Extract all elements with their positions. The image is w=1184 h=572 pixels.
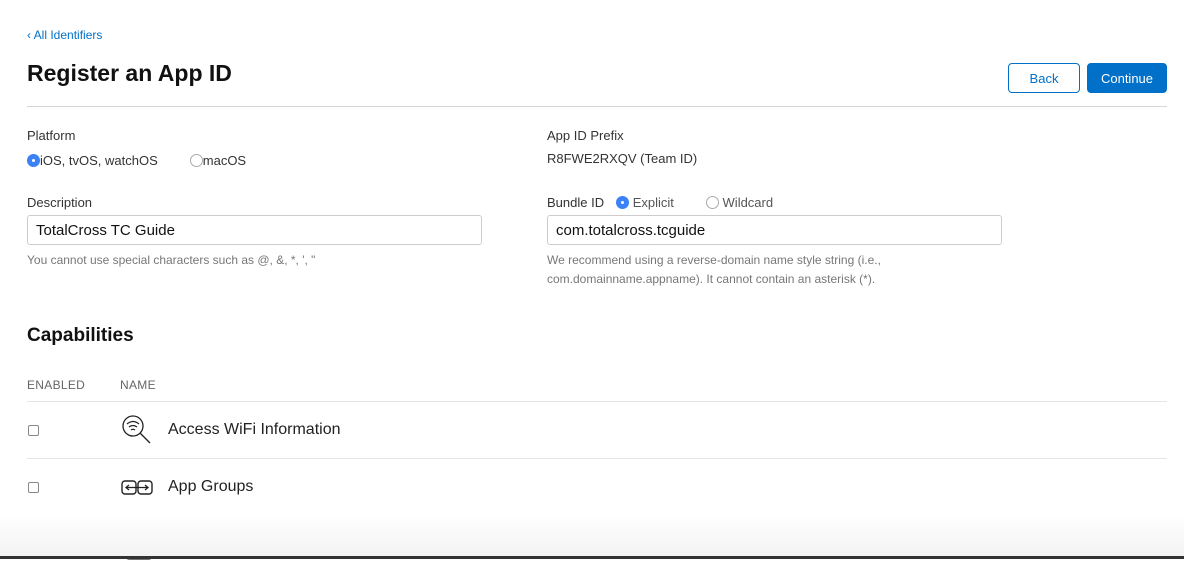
radio-label: iOS, tvOS, watchOS bbox=[40, 153, 158, 168]
radio-unselected[interactable] bbox=[189, 154, 203, 167]
description-input[interactable]: TotalCross TC Guide bbox=[27, 215, 482, 245]
enable-checkbox[interactable] bbox=[28, 424, 39, 436]
app-groups-icon bbox=[121, 480, 153, 495]
bundle-id-hint: We recommend using a reverse-domain name… bbox=[547, 251, 881, 289]
radio-unselected[interactable] bbox=[705, 196, 719, 209]
radio-selected[interactable] bbox=[27, 154, 40, 167]
radio-selected[interactable] bbox=[616, 196, 630, 209]
platform-label: Platform bbox=[27, 128, 76, 143]
description-hint: You cannot use special characters such a… bbox=[27, 253, 316, 267]
continue-button[interactable]: Continue bbox=[1087, 63, 1167, 93]
bundle-radio-explicit[interactable]: Explicit bbox=[616, 195, 674, 210]
platform-radio-ios[interactable]: iOS, tvOS, watchOS bbox=[27, 153, 158, 168]
column-name: NAME bbox=[120, 378, 156, 392]
bundle-id-label: Bundle ID bbox=[547, 195, 605, 210]
capability-name: Access WiFi Information bbox=[168, 421, 341, 438]
table-row: App Groups bbox=[27, 458, 1167, 515]
back-button[interactable]: Back bbox=[1008, 63, 1080, 93]
table-row: Access WiFi Information bbox=[27, 401, 1167, 458]
radio-label: Wildcard bbox=[722, 195, 774, 210]
page-title: Register an App ID bbox=[27, 60, 232, 86]
all-identifiers-link[interactable]: ‹ All Identifiers bbox=[27, 28, 102, 42]
hint-line: We recommend using a reverse-domain name… bbox=[547, 253, 881, 267]
table-row: Apple Pay Payment Processing bbox=[27, 515, 1167, 572]
bundle-radio-wildcard[interactable]: Wildcard bbox=[705, 195, 774, 210]
app-id-prefix-label: App ID Prefix bbox=[547, 128, 624, 143]
bundle-id-input[interactable]: com.totalcross.tcguide bbox=[547, 215, 1002, 245]
platform-radio-macos[interactable]: macOS bbox=[189, 153, 247, 168]
description-label: Description bbox=[27, 195, 93, 210]
radio-label: Explicit bbox=[632, 195, 674, 210]
capability-name: Apple Pay Payment Processing bbox=[168, 535, 393, 552]
wifi-search-icon bbox=[122, 415, 151, 444]
enable-checkbox[interactable] bbox=[28, 481, 39, 493]
app-id-prefix-value: R8FWE2RXQV (Team ID) bbox=[547, 151, 698, 166]
capabilities-title: Capabilities bbox=[27, 325, 134, 346]
column-enabled: ENABLED bbox=[27, 378, 86, 392]
capability-name: App Groups bbox=[168, 478, 254, 495]
radio-label: macOS bbox=[202, 153, 247, 168]
divider bbox=[27, 106, 1167, 107]
enable-checkbox[interactable] bbox=[28, 538, 39, 550]
hint-line: com.domainname.appname). It cannot conta… bbox=[547, 272, 876, 286]
